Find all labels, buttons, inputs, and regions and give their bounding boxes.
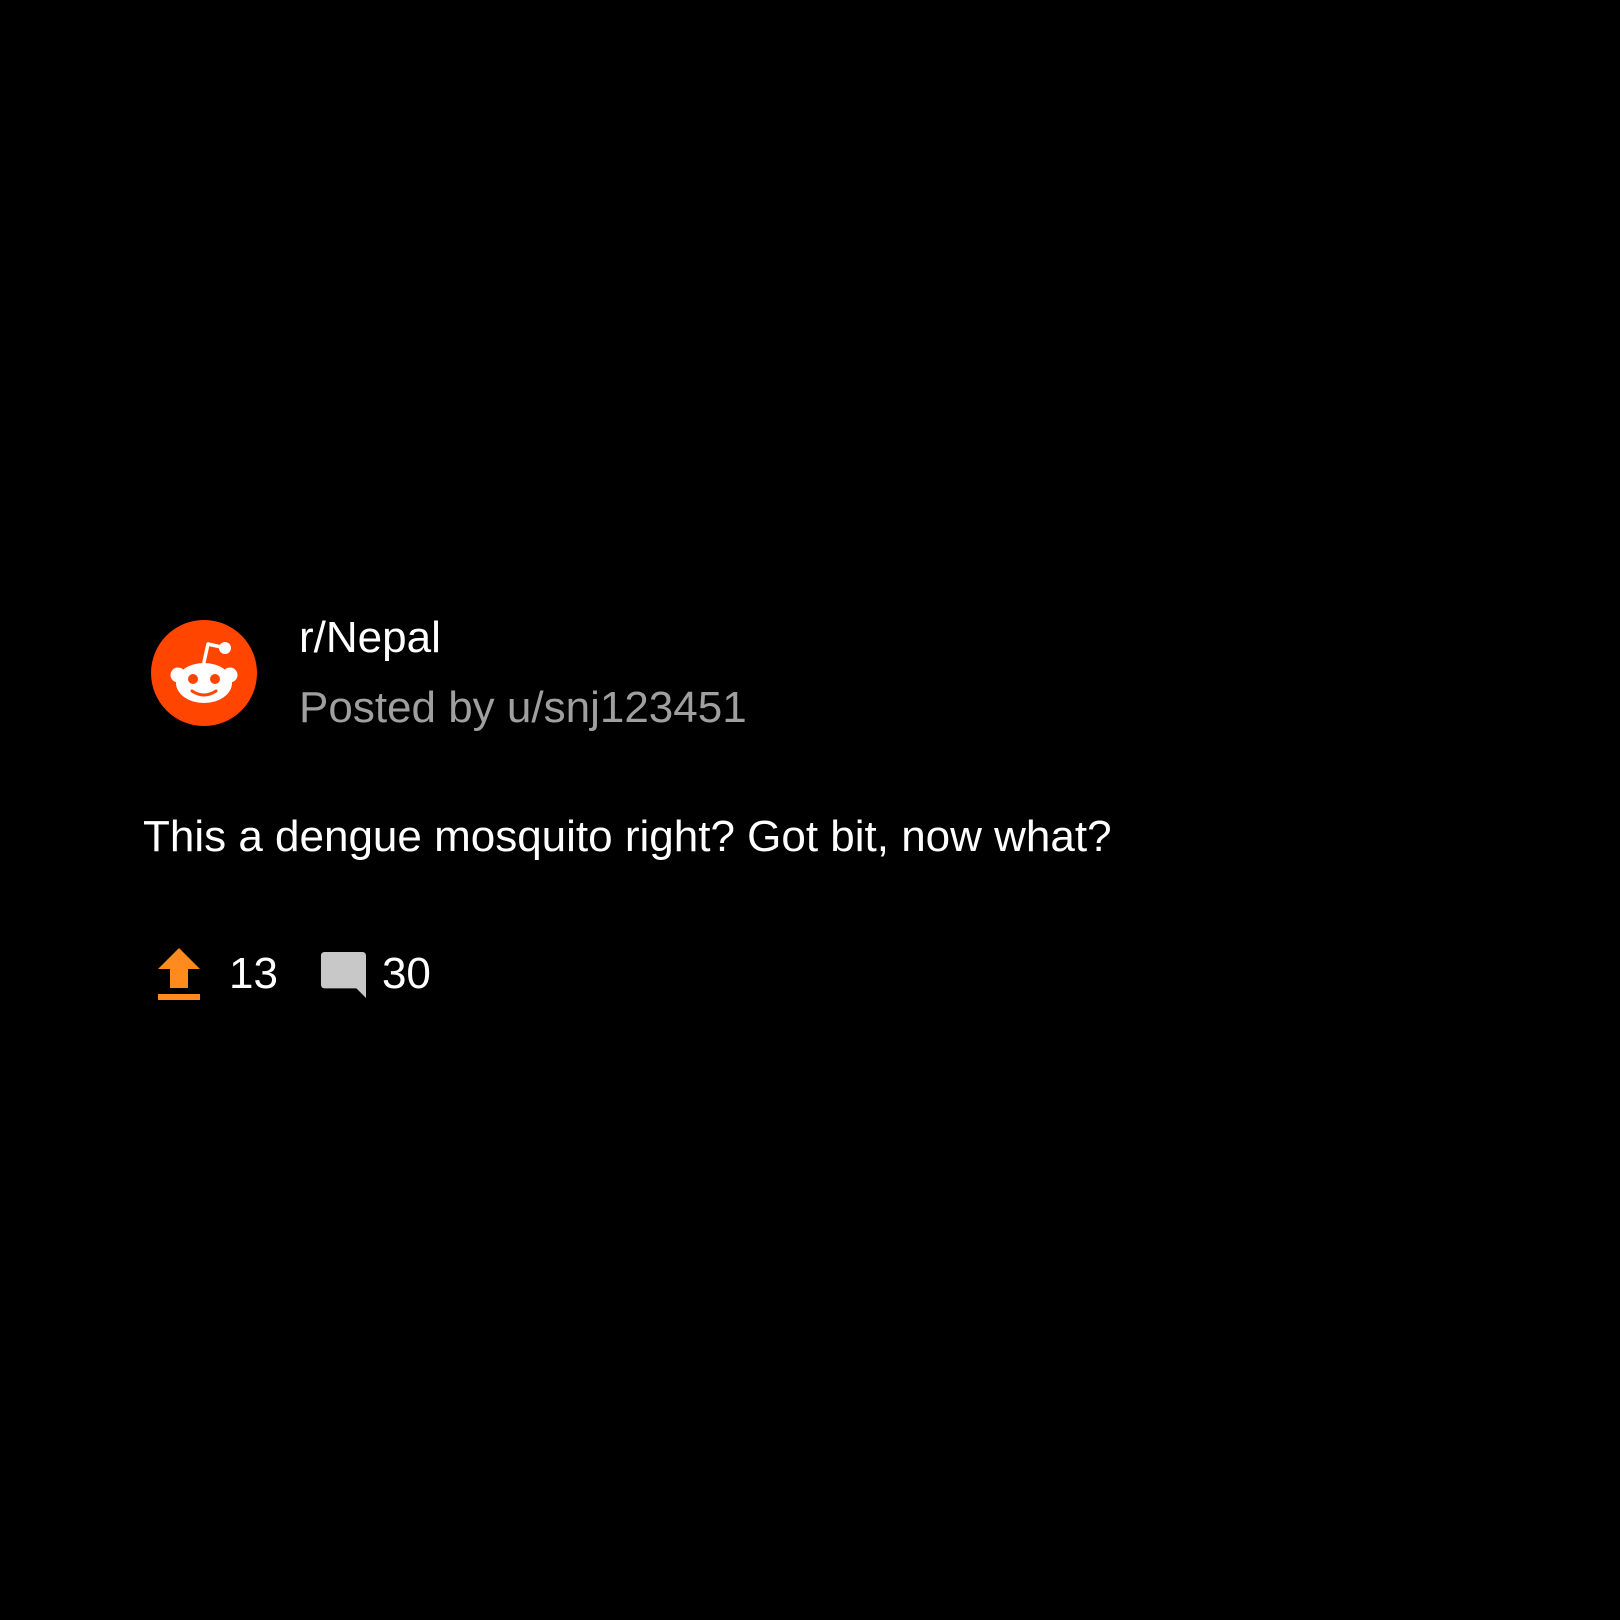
comment-count: 30 xyxy=(381,949,431,998)
comments-button[interactable]: 30 xyxy=(320,947,431,1001)
comment-bubble-icon xyxy=(320,951,366,998)
post-title[interactable]: This a dengue mosquito right? Got bit, n… xyxy=(143,811,1112,863)
reddit-snoo-icon xyxy=(151,620,257,726)
upvote-count: 13 xyxy=(229,949,278,998)
post-actions: 13 30 xyxy=(156,946,431,1002)
subreddit-avatar[interactable] xyxy=(151,620,257,726)
post-card[interactable]: r/Nepal Posted by u/snj123451 This a den… xyxy=(0,0,1620,1620)
upvote-arrow-icon xyxy=(158,948,200,1000)
subreddit-name[interactable]: r/Nepal xyxy=(299,612,441,664)
upvote-button[interactable]: 13 xyxy=(156,947,278,1001)
post-author[interactable]: Posted by u/snj123451 xyxy=(299,682,747,734)
